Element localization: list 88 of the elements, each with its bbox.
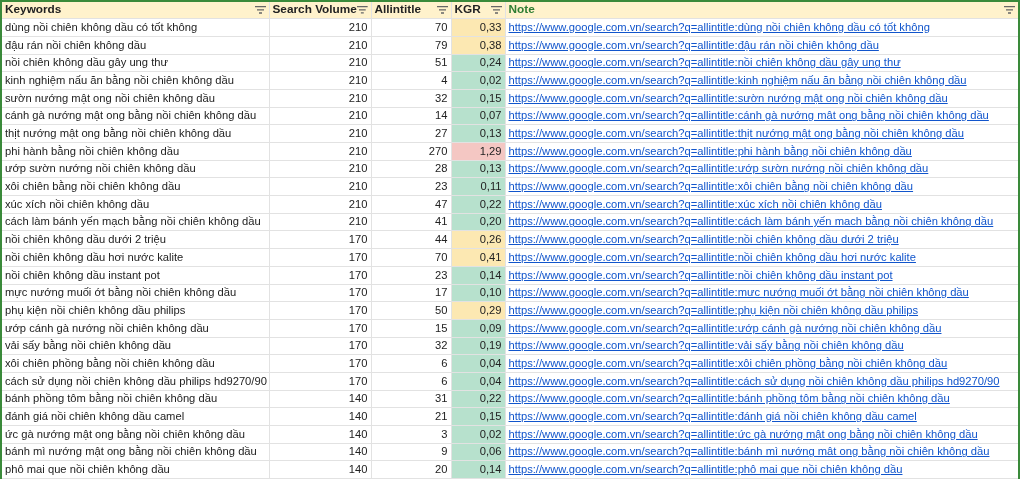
- table-cell: 170: [269, 372, 371, 391]
- table-cell: 170: [269, 230, 371, 249]
- filter-icon[interactable]: [254, 6, 266, 15]
- table-cell: 41: [371, 213, 451, 231]
- table-cell: 210: [269, 36, 371, 55]
- table-cell: 32: [371, 89, 451, 108]
- table-cell: mực nướng muối ớt bằng nồi chiên không dầu: [1, 284, 269, 302]
- column-header: Keywords: [5, 4, 62, 16]
- table-cell: 270: [371, 142, 451, 161]
- table-cell: vải sấy bằng nồi chiên không dầu: [1, 337, 269, 355]
- table-cell: 70: [371, 248, 451, 267]
- table-cell: 210: [269, 124, 371, 143]
- table-cell: bánh mì nướng mật ong bằng nồi chiên không dầu: [1, 443, 269, 461]
- filter-icon[interactable]: [490, 6, 502, 15]
- table-cell: 14: [371, 107, 451, 125]
- table-cell: 140: [269, 407, 371, 426]
- table-cell: cách sử dụng nồi chiên không dầu philips hd9270/90: [1, 372, 269, 391]
- table-cell: đánh giá nồi chiên không dầu camel: [1, 407, 269, 426]
- table-cell: 6: [371, 354, 451, 373]
- table-cell: 140: [269, 425, 371, 444]
- filter-icon[interactable]: [356, 6, 368, 15]
- table-cell: 23: [371, 177, 451, 196]
- table-cell: 32: [371, 337, 451, 355]
- table-cell: ướp sườn nướng nồi chiên không dầu: [1, 160, 269, 178]
- column-header: Allintitle: [374, 4, 422, 16]
- table-cell: 9: [371, 443, 451, 461]
- table-cell: xôi chiên phồng bằng nồi chiên không dầu: [1, 354, 269, 373]
- column-header: Note: [508, 4, 535, 16]
- table-cell: 28: [371, 160, 451, 178]
- table-cell: 44: [371, 230, 451, 249]
- table-cell: ướp cánh gà nướng nồi chiên không dầu: [1, 319, 269, 338]
- table-cell: phô mai que nồi chiên không dầu: [1, 460, 269, 479]
- filter-icon[interactable]: [436, 6, 448, 15]
- table-cell: cánh gà nướng mật ong bằng nồi chiên không dầu: [1, 107, 269, 125]
- table-cell: 70: [371, 18, 451, 37]
- table-cell: 4: [371, 71, 451, 90]
- table-cell: 3: [371, 425, 451, 444]
- table-cell: 31: [371, 390, 451, 408]
- table-cell: 79: [371, 36, 451, 55]
- table-cell: 20: [371, 460, 451, 479]
- table-cell: 210: [269, 54, 371, 72]
- table-cell: 210: [269, 107, 371, 125]
- filter-icon[interactable]: [1004, 6, 1015, 15]
- table-cell: nồi chiên không dầu hơi nước kalite: [1, 248, 269, 267]
- table-cell: sườn nướng mật ong nồi chiên không dầu: [1, 89, 269, 108]
- table-cell: 140: [269, 443, 371, 461]
- table-cell: 210: [269, 195, 371, 214]
- table-cell: kinh nghiệm nấu ăn bằng nồi chiên không dầu: [1, 71, 269, 90]
- table-cell: cách làm bánh yến mạch bằng nồi chiên không dầu: [1, 213, 269, 231]
- table-cell: phụ kiện nồi chiên không dầu philips: [1, 301, 269, 320]
- table-cell: 170: [269, 248, 371, 267]
- table-cell: đậu rán nồi chiên không dầu: [1, 36, 269, 55]
- table-cell: 210: [269, 18, 371, 37]
- table-cell: 210: [269, 213, 371, 231]
- table-cell: xúc xích nồi chiên không dầu: [1, 195, 269, 214]
- table-cell: 23: [371, 266, 451, 284]
- table-cell: 140: [269, 460, 371, 479]
- table-cell: 47: [371, 195, 451, 214]
- table-cell: 17: [371, 284, 451, 302]
- table-cell: 170: [269, 266, 371, 284]
- table-cell: 210: [269, 177, 371, 196]
- table-cell: 27: [371, 124, 451, 143]
- table-cell: 15: [371, 319, 451, 338]
- table-cell: nồi chiên không dầu dưới 2 triệu: [1, 230, 269, 249]
- table-cell: xôi chiên bằng nồi chiên không dầu: [1, 177, 269, 196]
- column-header: KGR: [454, 4, 481, 16]
- table-cell: thịt nướng mật ong bằng nồi chiên không dầu: [1, 124, 269, 143]
- table-cell: 21: [371, 407, 451, 426]
- table-cell: 170: [269, 319, 371, 338]
- table-cell: dùng nồi chiên không dầu có tốt không: [1, 18, 269, 37]
- table-cell: 170: [269, 354, 371, 373]
- table-cell: 51: [371, 54, 451, 72]
- table-cell: nồi chiên không dầu instant pot: [1, 266, 269, 284]
- table-cell: 210: [269, 71, 371, 90]
- table-cell: bánh phồng tôm bằng nồi chiên không dầu: [1, 390, 269, 408]
- table-cell: ức gà nướng mật ong bằng nồi chiên không dầu: [1, 425, 269, 444]
- table-cell: 170: [269, 301, 371, 320]
- table-cell: 170: [269, 284, 371, 302]
- table-cell: 50: [371, 301, 451, 320]
- table-cell: 210: [269, 89, 371, 108]
- table-cell: 210: [269, 160, 371, 178]
- table-cell: nồi chiên không dầu gây ung thư: [1, 54, 269, 72]
- table-cell: 170: [269, 337, 371, 355]
- table-cell: phi hành bằng nồi chiên không dầu: [1, 142, 269, 161]
- table-cell: 210: [269, 142, 371, 161]
- table-cell: 6: [371, 372, 451, 391]
- column-header: Search Volume: [272, 4, 357, 16]
- table-cell: 140: [269, 390, 371, 408]
